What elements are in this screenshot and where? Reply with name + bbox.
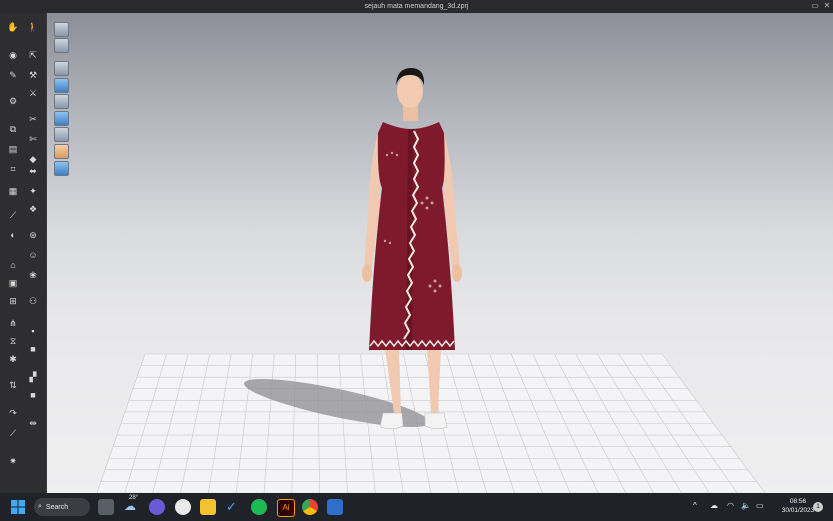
shape-icon[interactable]: ▞: [26, 371, 40, 384]
fabric-icon[interactable]: ▦: [6, 185, 20, 198]
topstitch-icon[interactable]: ⊞: [6, 295, 20, 308]
cut-icon[interactable]: ✂: [26, 113, 40, 126]
meet-icon[interactable]: [149, 499, 165, 515]
3d-viewport[interactable]: [47, 13, 833, 493]
clock-icon[interactable]: [175, 499, 191, 515]
avatar-fit-icon[interactable]: ✱: [6, 353, 20, 366]
height-icon[interactable]: ⇅: [6, 379, 20, 392]
chrome-icon[interactable]: [302, 499, 318, 515]
trim-icon[interactable]: ⊛: [26, 229, 40, 242]
brush-icon[interactable]: ✦: [26, 185, 40, 198]
morph-icon[interactable]: ✷: [6, 455, 20, 468]
fold-line-icon[interactable]: ⧖: [6, 335, 20, 348]
puckering-icon[interactable]: ☺: [26, 249, 40, 262]
right-shoe: [424, 412, 448, 430]
transform-icon[interactable]: ✎: [6, 69, 20, 82]
notification-badge[interactable]: 1: [813, 502, 823, 512]
search-label: Search: [45, 503, 69, 511]
window-title-bar: sejauh mata memandang_3d.zprj ▭ ✕: [0, 0, 833, 13]
spotify-icon[interactable]: [251, 499, 267, 515]
wifi-icon[interactable]: ◠: [727, 501, 734, 510]
window-title: sejauh mata memandang_3d.zprj: [364, 3, 469, 10]
pattern-icon[interactable]: ⟋: [6, 209, 20, 222]
select-icon[interactable]: ⇱: [26, 49, 40, 62]
restore-icon[interactable]: ▭: [810, 1, 820, 11]
close-icon[interactable]: ✕: [822, 1, 832, 11]
avatar-icon[interactable]: ⬌: [26, 165, 40, 178]
taskbar: ⌕ Search ☁ 28° ✓ Ai ^ ☁ ◠ 🔈 ▭ 08:56 30/0…: [0, 493, 833, 521]
file-explorer-icon[interactable]: [200, 499, 216, 515]
stitch-icon[interactable]: ❖: [26, 203, 40, 216]
left-shoe: [379, 412, 404, 430]
split-icon[interactable]: ⇹: [26, 417, 40, 430]
task-view-icon[interactable]: [98, 499, 114, 515]
chevron-up-icon[interactable]: ^: [693, 501, 697, 510]
volume-icon[interactable]: 🔈: [741, 501, 751, 510]
pose-icon[interactable]: 🚶: [26, 21, 40, 34]
curve-icon[interactable]: ↷: [6, 407, 20, 420]
texture-edit-icon[interactable]: ❀: [26, 269, 40, 282]
panel-icon[interactable]: ■: [26, 343, 40, 356]
eye-icon[interactable]: ◉: [6, 49, 20, 62]
windows-start-icon[interactable]: [10, 499, 26, 515]
3d-scene: [96, 68, 766, 493]
pin-icon[interactable]: ⚒: [26, 69, 40, 82]
pin-app-icon[interactable]: ✓: [226, 499, 242, 515]
weather-temp: 28°: [129, 495, 139, 501]
graphic-icon[interactable]: ⌂: [6, 259, 20, 272]
print-icon[interactable]: ▣: [6, 277, 20, 290]
tool-palette: ✋ 🚶 ◉ ⇱ ✎ ⚒ ⚔ ⚙ ✂ ⧉ ✄ ▤ ◆ ⌗ ⬌ ▦ ✦ ❖ ⟋ ◐ …: [0, 13, 47, 493]
measure-icon[interactable]: ✄: [26, 133, 40, 146]
layer-icon[interactable]: ◐: [6, 229, 20, 242]
fold-icon[interactable]: ⚙: [6, 95, 20, 108]
battery-icon[interactable]: ▭: [756, 501, 764, 510]
hand-icon[interactable]: ✋: [6, 21, 20, 34]
box-icon[interactable]: ■: [26, 389, 40, 402]
pleat-icon[interactable]: ⋔: [6, 317, 20, 330]
piping-icon[interactable]: ⚇: [26, 295, 40, 308]
search-icon: ⌕: [38, 503, 42, 510]
clo3d-icon[interactable]: [327, 499, 343, 515]
weather-icon[interactable]: ☁: [124, 499, 140, 515]
search-box[interactable]: ⌕ Search: [34, 498, 90, 516]
needle-icon[interactable]: ⚔: [26, 87, 40, 100]
tape-icon[interactable]: ▤: [6, 143, 20, 156]
sew-icon[interactable]: ⧉: [6, 123, 20, 136]
cloud-sync-icon[interactable]: ☁: [710, 501, 718, 510]
clock-time[interactable]: 08:56: [778, 498, 818, 505]
zip-icon[interactable]: ⌗: [6, 163, 20, 176]
ruler-icon[interactable]: ⟋: [6, 427, 20, 440]
block-icon[interactable]: ▪: [26, 325, 40, 338]
illustrator-icon[interactable]: Ai: [277, 499, 295, 517]
